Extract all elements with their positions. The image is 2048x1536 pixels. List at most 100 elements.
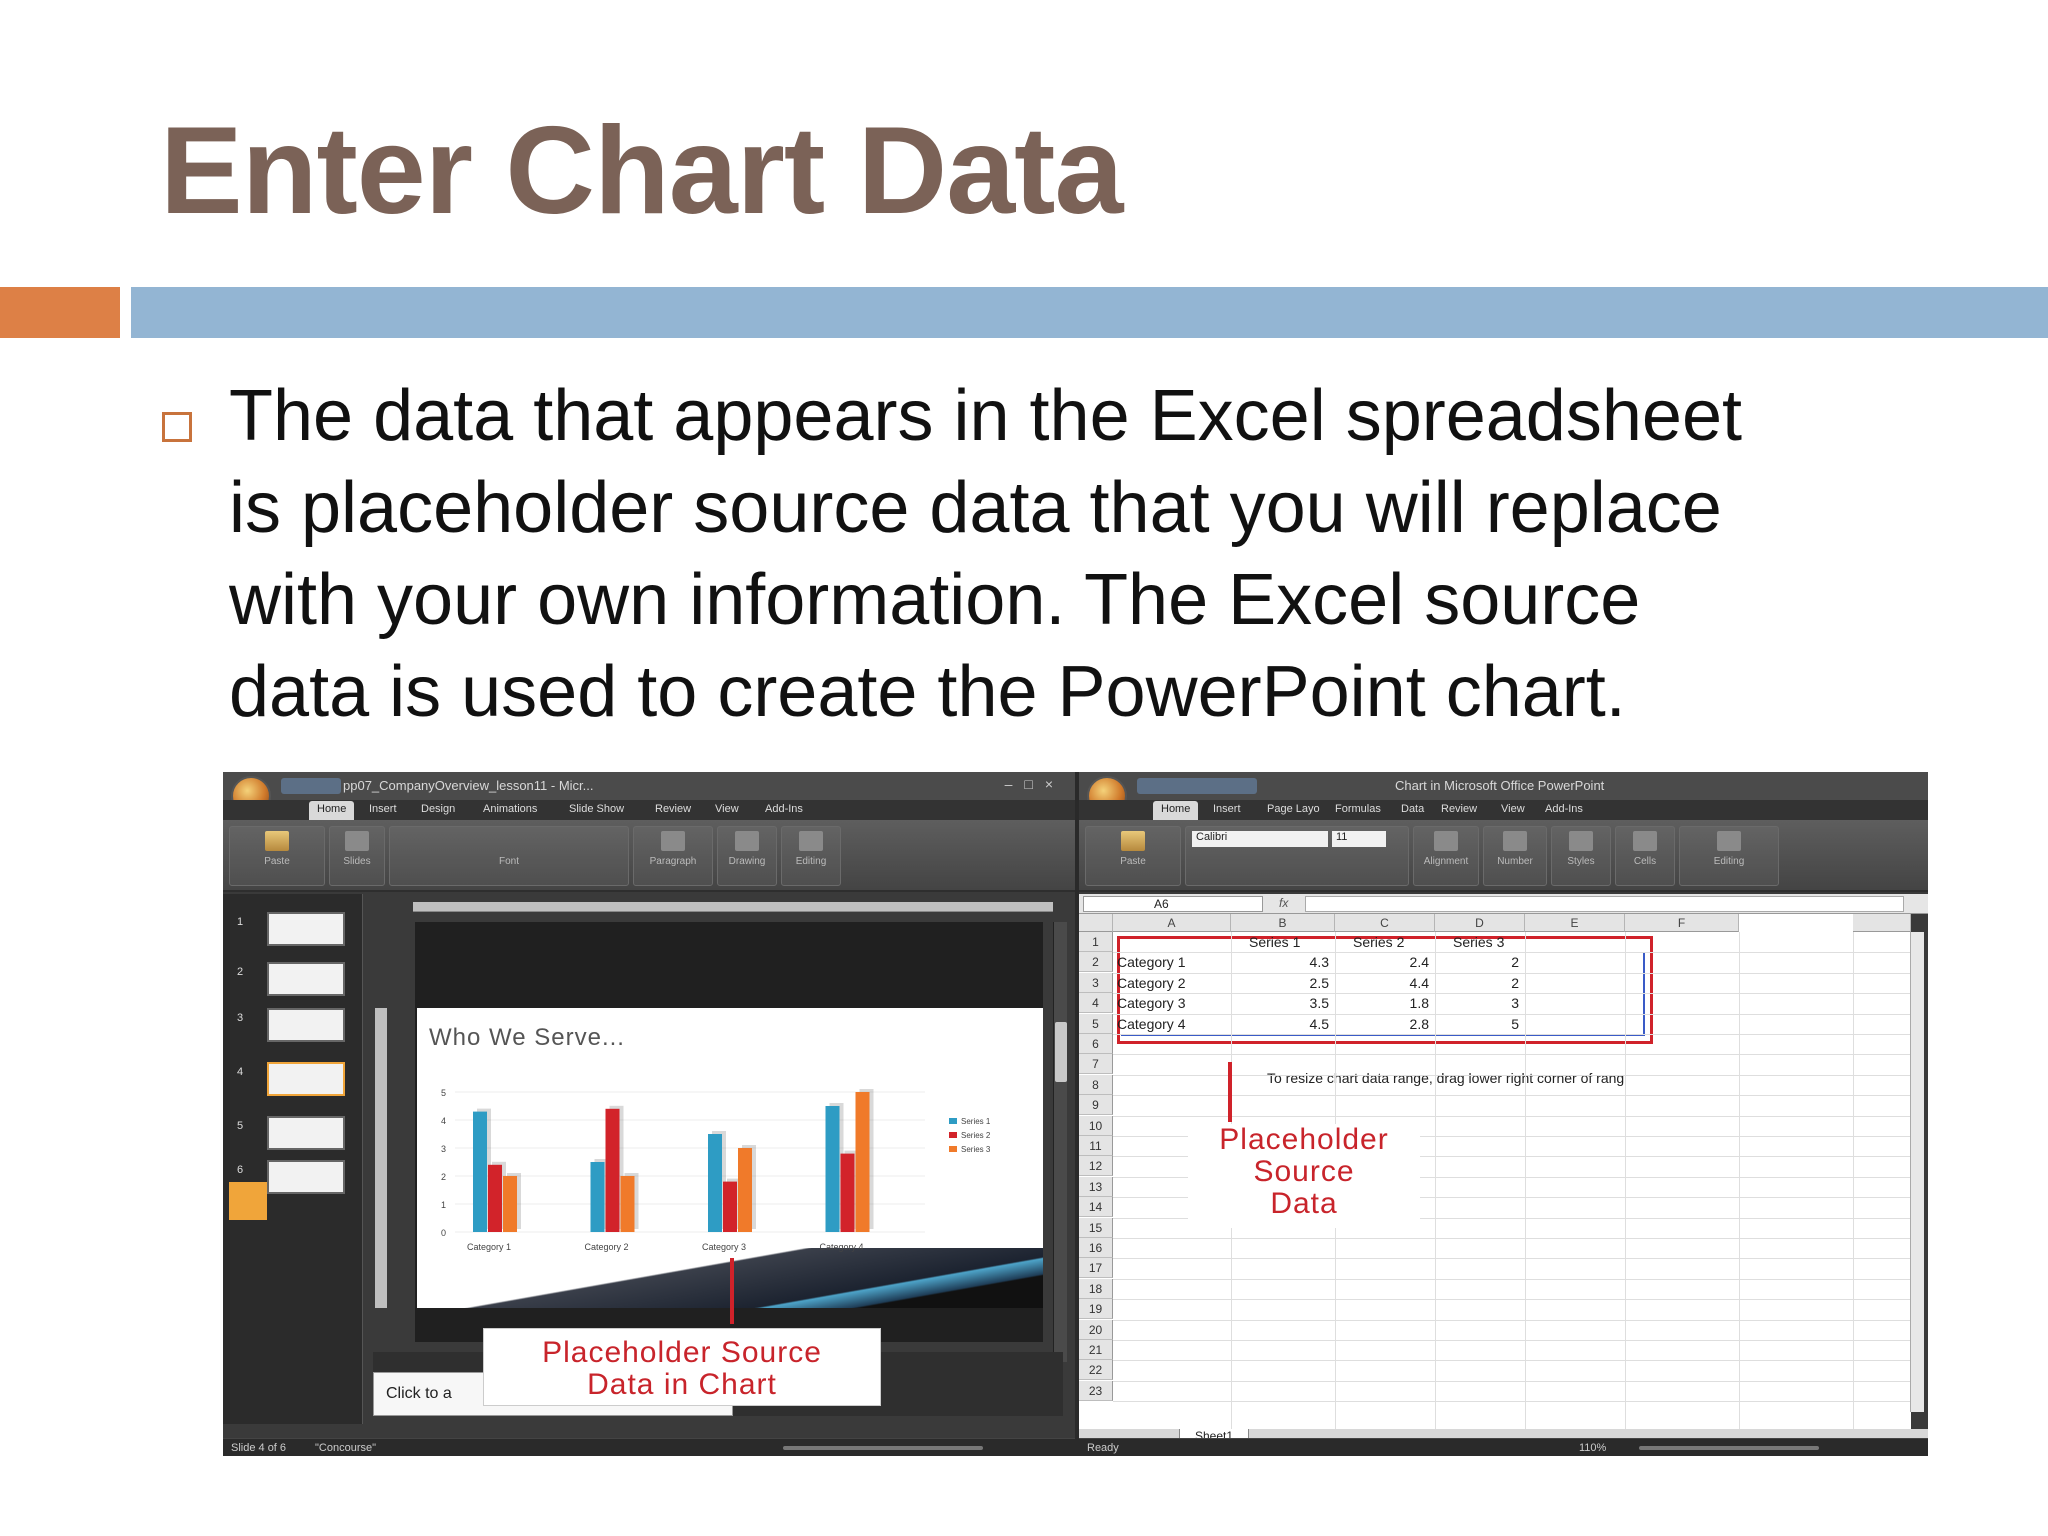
clustered-bar-chart[interactable]: 0 1 2 3 4 5 Category 1 Category 2 Category 3 Cate… xyxy=(427,1066,1027,1266)
fx-icon[interactable]: fx xyxy=(1271,896,1301,912)
tab-view[interactable]: View xyxy=(715,803,739,815)
ppt-vertical-scrollbar[interactable] xyxy=(1053,922,1067,1362)
excel-vertical-scrollbar[interactable] xyxy=(1910,932,1924,1412)
value-cell: 4.5 xyxy=(1309,1015,1329,1032)
quick-access-toolbar[interactable] xyxy=(1137,778,1257,794)
zoom-slider[interactable] xyxy=(1639,1446,1819,1450)
vertical-ruler xyxy=(375,1008,387,1308)
ribbon-group-styles[interactable]: Styles xyxy=(1551,826,1611,886)
scrollbar-thumb[interactable] xyxy=(1055,1022,1067,1082)
excel-ribbon-tabs: Home Insert Page Layo Formulas Data Revi… xyxy=(1079,800,1928,820)
y-tick-label: 5 xyxy=(441,1088,446,1098)
slide-thumbnail-selected[interactable] xyxy=(267,1062,345,1096)
excel-window: Chart in Microsoft Office PowerPoint Hom… xyxy=(1079,772,1928,1456)
tab-view[interactable]: View xyxy=(1501,803,1525,815)
zoom-slider[interactable] xyxy=(783,1446,983,1450)
gridline-row xyxy=(1113,1299,1911,1301)
column-header: B xyxy=(1231,914,1335,932)
column-header: F xyxy=(1625,914,1739,932)
slide-thumbnail[interactable] xyxy=(267,1160,345,1194)
series-header-cell: Series 3 xyxy=(1453,934,1505,950)
callout-excel-line3: Data xyxy=(1270,1187,1338,1220)
tab-formulas[interactable]: Formulas xyxy=(1335,803,1381,815)
tab-home[interactable]: Home xyxy=(1153,801,1199,820)
font-name-box[interactable]: Calibri xyxy=(1192,831,1328,847)
gridline-row xyxy=(1113,1360,1911,1362)
editing-icon xyxy=(799,831,823,851)
tab-review[interactable]: Review xyxy=(1441,803,1477,815)
font-size-box[interactable]: 11 xyxy=(1332,831,1386,847)
ribbon-group-editing[interactable]: Editing xyxy=(1679,826,1779,886)
tab-design[interactable]: Design xyxy=(421,803,455,815)
excel-ribbon: Paste Calibri 11 Alignment Number Styles… xyxy=(1079,820,1928,892)
formula-input[interactable] xyxy=(1305,896,1904,912)
tab-slide-show[interactable]: Slide Show xyxy=(569,803,624,815)
bar xyxy=(825,1106,840,1232)
paste-label: Paste xyxy=(1120,856,1146,867)
tab-home[interactable]: Home xyxy=(309,801,355,820)
bar xyxy=(590,1162,605,1232)
gridline-row xyxy=(1113,1380,1911,1382)
accent-bar-blue xyxy=(131,287,2048,338)
ribbon-group-font[interactable]: Font xyxy=(389,826,629,886)
accent-bar-orange xyxy=(0,287,120,338)
value-cell: 1.8 xyxy=(1409,995,1429,1012)
name-box[interactable]: A6 xyxy=(1083,896,1263,912)
tab-animations[interactable]: Animations xyxy=(483,803,537,815)
font-label: Font xyxy=(498,856,519,867)
ribbon-group-slides[interactable]: Slides xyxy=(329,826,385,886)
tab-add-ins[interactable]: Add-Ins xyxy=(765,803,803,815)
legend-swatch xyxy=(949,1146,957,1152)
category-cell: Category 4 xyxy=(1117,1015,1186,1032)
callout-chart-line1: Placeholder Source xyxy=(542,1336,822,1369)
column-header: C xyxy=(1335,914,1435,932)
tab-review[interactable]: Review xyxy=(655,803,691,815)
callout-chart-line2: Data in Chart xyxy=(587,1368,777,1401)
tab-insert[interactable]: Insert xyxy=(1213,803,1241,815)
row-header: 19 xyxy=(1079,1299,1113,1320)
slide-thumbnail[interactable] xyxy=(267,1116,345,1150)
notes-placeholder: Click to a xyxy=(386,1385,452,1402)
gridline-column xyxy=(1853,932,1854,1429)
value-cell: 3.5 xyxy=(1309,995,1329,1012)
drawing-icon xyxy=(735,831,759,851)
styles-icon xyxy=(1569,831,1593,851)
ribbon-group-font[interactable]: Calibri 11 xyxy=(1185,826,1409,886)
bar xyxy=(738,1148,752,1232)
number-format-icon xyxy=(1503,831,1527,851)
status-ready: Ready xyxy=(1087,1442,1119,1454)
thumb-number: 3 xyxy=(237,1012,244,1024)
ribbon-group-clipboard[interactable]: Paste xyxy=(1085,826,1181,886)
bullet-square-icon xyxy=(162,412,192,442)
y-tick-label: 2 xyxy=(441,1172,446,1182)
gridline-row xyxy=(1113,1054,1911,1056)
excel-statusbar: Ready 110% xyxy=(1079,1438,1928,1456)
row-header: 22 xyxy=(1079,1360,1113,1381)
tab-page-layout[interactable]: Page Layo xyxy=(1267,803,1320,815)
slide-thumbnail[interactable] xyxy=(267,912,345,946)
ribbon-group-paragraph[interactable]: Paragraph xyxy=(633,826,713,886)
ribbon-group-number[interactable]: Number xyxy=(1483,826,1547,886)
ribbon-group-cells[interactable]: Cells xyxy=(1615,826,1675,886)
bar xyxy=(473,1111,487,1232)
tab-insert[interactable]: Insert xyxy=(369,803,397,815)
gridline-row xyxy=(1113,1034,1911,1035)
ribbon-group-alignment[interactable]: Alignment xyxy=(1413,826,1479,886)
ribbon-group-clipboard[interactable]: Paste xyxy=(229,826,325,886)
slide-thumbnail[interactable] xyxy=(267,962,345,996)
slide-thumbnail[interactable] xyxy=(267,1008,345,1042)
tab-data[interactable]: Data xyxy=(1401,803,1424,815)
row-header: 12 xyxy=(1079,1156,1113,1177)
ribbon-group-editing[interactable]: Editing xyxy=(781,826,841,886)
styles-label: Styles xyxy=(1567,856,1595,867)
paragraph-label: Paragraph xyxy=(649,856,697,867)
cells-icon xyxy=(1633,831,1657,851)
quick-access-toolbar[interactable] xyxy=(281,778,341,794)
ribbon-group-drawing[interactable]: Drawing xyxy=(717,826,777,886)
window-controls-icon[interactable]: –□× xyxy=(1005,776,1065,792)
horizontal-ruler xyxy=(413,902,1053,912)
column-header-filler xyxy=(1853,914,1911,932)
tab-add-ins[interactable]: Add-Ins xyxy=(1545,803,1583,815)
value-cell: 2 xyxy=(1511,954,1519,971)
legend-label: Series 1 xyxy=(961,1117,991,1126)
